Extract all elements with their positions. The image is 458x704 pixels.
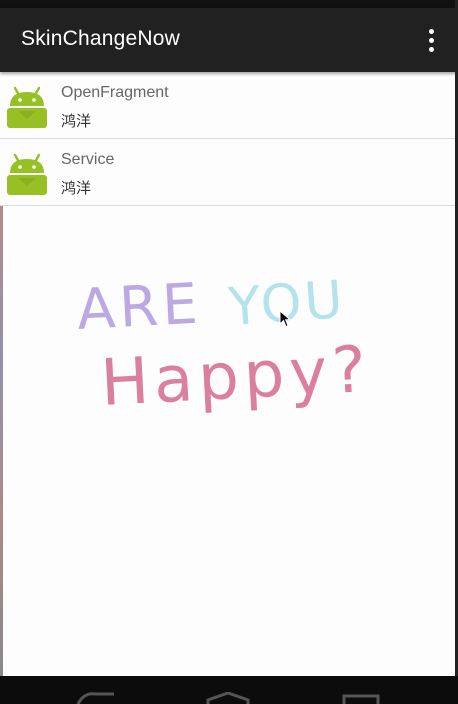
item-subtitle: 鸿洋 xyxy=(61,179,92,197)
app-screen: SkinChangeNow OpenFragment 鸿洋 Service 鸿洋… xyxy=(0,0,458,704)
left-edge-strip xyxy=(0,206,3,676)
navigation-bar xyxy=(0,676,458,704)
list-item[interactable]: Service 鸿洋 xyxy=(0,139,455,206)
list-item[interactable]: OpenFragment 鸿洋 xyxy=(0,72,455,139)
android-icon xyxy=(7,86,47,128)
home-icon[interactable] xyxy=(206,692,250,704)
are-you-happy-illustration: ARE YOU Happy? xyxy=(75,270,373,421)
recents-icon[interactable] xyxy=(342,693,382,704)
item-subtitle: 鸿洋 xyxy=(61,112,92,130)
mouse-cursor-icon xyxy=(279,310,291,328)
app-title: SkinChangeNow xyxy=(21,27,181,50)
more-vert-icon[interactable] xyxy=(424,28,438,54)
illustration-happy: Happy? xyxy=(99,333,373,421)
illustration-are: ARE xyxy=(75,272,203,343)
item-title: OpenFragment xyxy=(61,84,169,101)
item-title: Service xyxy=(61,151,115,168)
android-icon xyxy=(7,153,47,195)
status-bar xyxy=(0,0,458,8)
back-icon[interactable] xyxy=(74,690,118,704)
action-bar: SkinChangeNow xyxy=(0,8,458,72)
